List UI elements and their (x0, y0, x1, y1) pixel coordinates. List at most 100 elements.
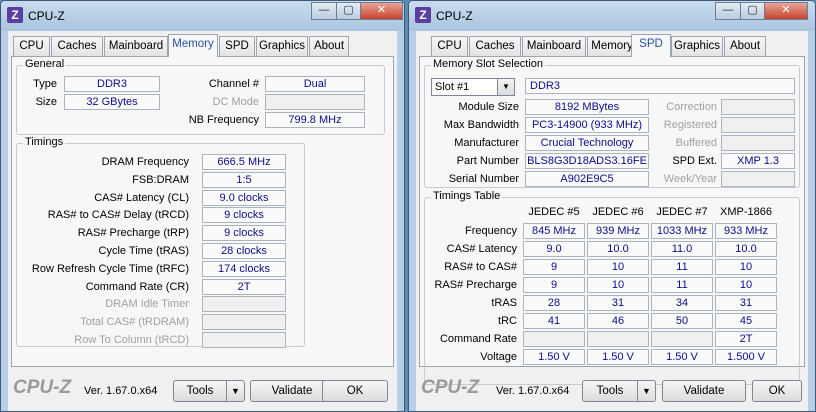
nb-frequency-label: NB Frequency (188, 114, 259, 126)
general-group-title: General (23, 58, 67, 70)
tab-mainboard[interactable]: Mainboard (522, 36, 586, 56)
validate-button[interactable]: Validate (662, 380, 746, 402)
slot-selection-title: Memory Slot Selection (431, 58, 546, 70)
cpuz-window-spd: Z CPU-Z — ▢ ✕ CPU Caches Mainboard Memor… (408, 0, 816, 412)
table-cell: 41 (523, 313, 585, 329)
cpuz-logo: CPU-Z (13, 377, 72, 398)
window-title: CPU-Z (436, 9, 473, 23)
close-button[interactable]: ✕ (764, 2, 808, 20)
timing-label: RAS# Precharge (tRP) (77, 227, 189, 240)
version-text: Ver. 1.67.0.x64 (496, 385, 570, 397)
table-cell: 2T (715, 331, 777, 347)
tab-spd[interactable]: SPD (219, 36, 255, 56)
max-bandwidth-value: PC3-14900 (933 MHz) (525, 117, 649, 133)
slot-select[interactable]: Slot #1 ▼ (431, 78, 515, 96)
cpuz-app-icon: Z (415, 7, 431, 23)
tab-caches[interactable]: Caches (469, 36, 521, 56)
table-cell: 10.0 (715, 241, 777, 257)
close-button[interactable]: ✕ (360, 2, 403, 20)
week-year-label: Week/Year (663, 173, 717, 185)
table-cell: 933 MHz (715, 223, 777, 239)
serial-number-value: A902E9C5 (525, 171, 649, 187)
general-group: General Type DDR3 Size 32 GBytes Channel… (16, 58, 385, 135)
maximize-button[interactable]: ▢ (336, 2, 361, 20)
title-bar[interactable]: Z CPU-Z — ▢ ✕ (409, 1, 815, 31)
timing-value: 666.5 MHz (202, 154, 286, 170)
tab-graphics[interactable]: Graphics (671, 36, 723, 56)
table-cell: 9.0 (523, 241, 585, 257)
timing-label: Command Rate (CR) (85, 280, 189, 293)
timing-value (202, 296, 286, 313)
cpuz-logo: CPU-Z (421, 377, 480, 398)
memory-panel: General Type DDR3 Size 32 GBytes Channel… (11, 56, 394, 367)
module-size-label: Module Size (458, 101, 519, 113)
timings-table-group: Timings Table JEDEC #5 JEDEC #6 JEDEC #7 XM… (424, 190, 800, 385)
minimize-button[interactable]: — (311, 2, 337, 20)
correction-value (721, 99, 795, 115)
dc-mode-value (265, 94, 365, 110)
timing-value: 9 clocks (202, 207, 286, 224)
tab-memory[interactable]: Memory (168, 34, 218, 57)
table-cell: 1.50 V (651, 349, 713, 365)
tools-button-label: Tools (596, 385, 624, 397)
tab-graphics[interactable]: Graphics (256, 36, 308, 56)
timing-value (202, 314, 286, 331)
tab-caches[interactable]: Caches (51, 36, 103, 56)
timings-group-title: Timings (23, 136, 66, 148)
tab-about[interactable]: About (724, 36, 766, 56)
version-text: Ver. 1.67.0.x64 (84, 385, 158, 397)
table-cell: 1.50 V (523, 349, 585, 365)
table-cell (587, 331, 649, 347)
tab-cpu[interactable]: CPU (431, 36, 468, 56)
chevron-down-icon: ▼ (497, 79, 514, 95)
spd-ext-value: XMP 1.3 (721, 153, 795, 169)
registered-label: Registered (663, 119, 717, 131)
table-cell: 31 (587, 295, 649, 311)
maximize-button[interactable]: ▢ (740, 2, 765, 20)
channel-label: Channel # (208, 78, 259, 90)
timings-group: Timings DRAM Frequency 666.5 MHz FSB:DRAM 1… (16, 136, 305, 348)
timing-label: Cycle Time (tRAS) (98, 245, 189, 257)
tools-button[interactable]: Tools ▼ (173, 380, 245, 402)
ok-button[interactable]: OK (752, 380, 802, 402)
title-bar[interactable]: Z CPU-Z — ▢ ✕ (1, 1, 404, 31)
timing-label: RAS# to CAS# Delay (tRCD) (47, 209, 189, 222)
table-row-label: tRAS (491, 297, 517, 309)
minimize-button[interactable]: — (715, 2, 741, 20)
table-cell: 11 (651, 277, 713, 293)
chevron-down-icon[interactable]: ▼ (637, 381, 655, 401)
ok-button[interactable]: OK (322, 380, 388, 402)
tab-memory[interactable]: Memory (587, 36, 637, 56)
table-cell: 11.0 (651, 241, 713, 257)
table-row-label: CAS# Latency (446, 243, 517, 255)
table-row-label: RAS# to CAS# (444, 261, 517, 273)
chevron-down-icon[interactable]: ▼ (226, 381, 244, 401)
table-row-label: tRC (498, 315, 517, 327)
window-title: CPU-Z (28, 9, 65, 23)
timing-value: 9 clocks (202, 225, 286, 242)
table-cell (651, 331, 713, 347)
table-row-label: RAS# Precharge (434, 279, 517, 291)
table-row-label: Frequency (465, 225, 517, 237)
tab-cpu[interactable]: CPU (13, 36, 50, 56)
table-cell: 50 (651, 313, 713, 329)
timing-label: Total CAS# (tRDRAM) (80, 316, 189, 329)
manufacturer-value: Crucial Technology (525, 135, 649, 151)
tools-button[interactable]: Tools ▼ (582, 380, 656, 402)
max-bandwidth-label: Max Bandwidth (443, 119, 519, 131)
table-cell: 11 (651, 259, 713, 275)
column-header: JEDEC #7 (656, 206, 708, 218)
table-cell: 10 (587, 259, 649, 275)
correction-label: Correction (666, 101, 717, 113)
serial-number-label: Serial Number (448, 173, 519, 185)
timing-value: 174 clocks (202, 260, 286, 277)
module-size-value: 8192 MBytes (525, 99, 649, 115)
tab-spd[interactable]: SPD (631, 34, 671, 57)
spd-panel: Memory Slot Selection Slot #1 ▼ DDR3 Mod… (419, 56, 805, 385)
tab-about[interactable]: About (309, 36, 349, 56)
nb-frequency-value: 799.8 MHz (265, 112, 365, 128)
tab-mainboard[interactable]: Mainboard (104, 36, 168, 56)
table-cell: 45 (715, 313, 777, 329)
tools-button-label: Tools (186, 385, 214, 397)
slot-select-value: Slot #1 (435, 81, 470, 93)
